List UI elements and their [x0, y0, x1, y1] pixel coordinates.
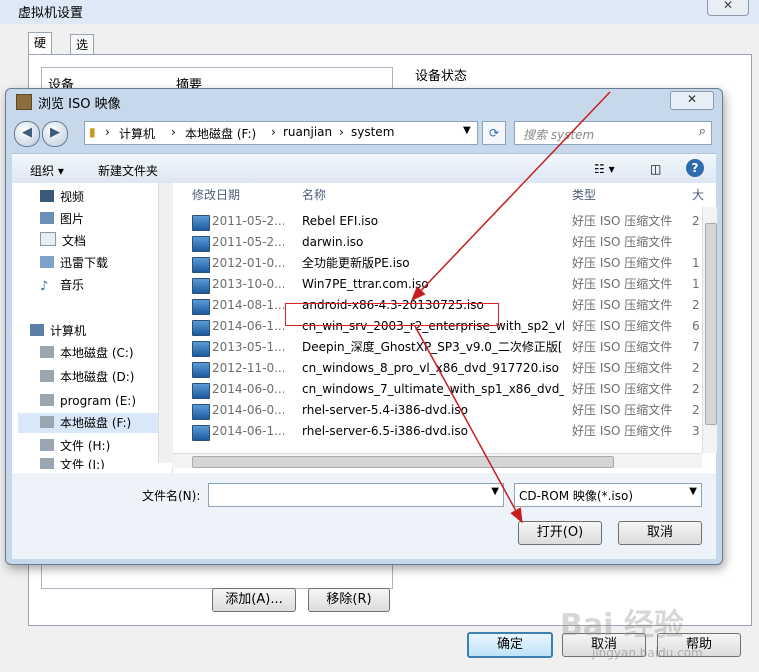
- watermark-url: jingyan.baidu.com: [592, 646, 703, 660]
- annotation-arrows: [410, 91, 611, 524]
- arrow-to-file: [410, 91, 611, 302]
- watermark: Bai 经验: [560, 608, 684, 643]
- arrow-to-open: [414, 325, 523, 524]
